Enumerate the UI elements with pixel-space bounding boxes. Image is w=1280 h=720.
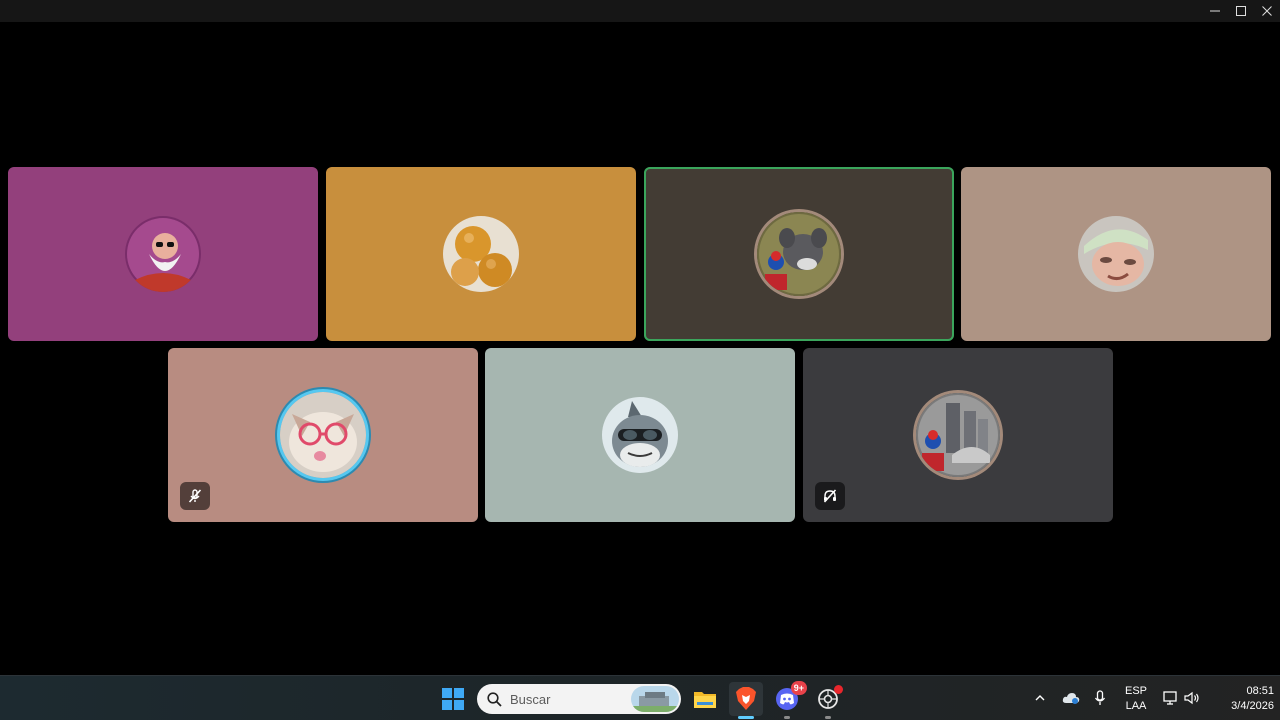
taskbar-search[interactable] bbox=[477, 684, 681, 714]
mic-muted-icon bbox=[188, 489, 202, 503]
deafened-icon bbox=[823, 489, 837, 503]
mic-muted-indicator bbox=[180, 482, 210, 510]
participant-tile[interactable] bbox=[803, 348, 1113, 522]
old-master-avatar[interactable] bbox=[125, 216, 201, 292]
windows-logo-icon bbox=[442, 688, 464, 710]
tray-volume[interactable] bbox=[1183, 686, 1201, 710]
taskbar: 9+ ESP LAA bbox=[0, 675, 1280, 720]
active-indicator bbox=[738, 716, 754, 719]
recording-dot bbox=[834, 685, 843, 694]
running-indicator bbox=[825, 716, 831, 719]
participant-tile[interactable] bbox=[485, 348, 795, 522]
tray-microphone[interactable] bbox=[1092, 686, 1108, 710]
system-clock[interactable]: 08:51 3/4/2026 bbox=[1206, 684, 1274, 714]
close-button[interactable] bbox=[1254, 0, 1280, 22]
participant-tile[interactable] bbox=[961, 167, 1271, 341]
taskbar-brave[interactable] bbox=[729, 682, 763, 719]
running-indicator bbox=[784, 716, 790, 719]
window-controls bbox=[1202, 0, 1280, 22]
search-highlight-image bbox=[631, 686, 679, 712]
start-button[interactable] bbox=[436, 682, 470, 716]
participant-tile[interactable] bbox=[8, 167, 318, 341]
brave-lion-icon bbox=[736, 687, 756, 710]
cat-glasses-avatar[interactable] bbox=[280, 392, 366, 478]
language-indicator[interactable]: ESP LAA bbox=[1122, 684, 1150, 714]
participant-tile[interactable] bbox=[168, 348, 478, 522]
tray-network[interactable] bbox=[1162, 686, 1180, 710]
participant-tile[interactable] bbox=[326, 167, 636, 341]
folder-icon bbox=[694, 692, 716, 708]
cloud-icon bbox=[1062, 693, 1080, 704]
search-input[interactable] bbox=[510, 691, 620, 707]
keyboard-layout: LAA bbox=[1125, 700, 1147, 712]
taskbar-discord[interactable]: 9+ bbox=[770, 681, 807, 719]
network-icon bbox=[1163, 691, 1177, 705]
language-code: ESP bbox=[1124, 685, 1147, 697]
minimize-icon bbox=[1210, 10, 1220, 12]
maximize-icon bbox=[1236, 6, 1246, 16]
bread-balls-avatar[interactable] bbox=[443, 216, 519, 292]
maximize-button[interactable] bbox=[1228, 0, 1254, 22]
clock-time: 08:51 bbox=[1246, 685, 1274, 697]
cartoon-cat-avatar[interactable] bbox=[757, 212, 841, 296]
notification-badge: 9+ bbox=[790, 681, 807, 695]
city-figure-avatar[interactable] bbox=[916, 393, 1000, 477]
deafened-indicator bbox=[815, 482, 845, 510]
chevron-up-icon bbox=[1035, 695, 1045, 701]
microphone-icon bbox=[1094, 690, 1106, 705]
search-icon bbox=[487, 691, 502, 707]
call-stage bbox=[0, 22, 1280, 675]
tray-onedrive[interactable] bbox=[1060, 686, 1082, 710]
clock-date: 3/4/2026 bbox=[1231, 700, 1274, 712]
taskbar-screen-recorder[interactable] bbox=[811, 682, 845, 719]
tray-overflow-button[interactable] bbox=[1032, 686, 1048, 710]
taskbar-file-explorer[interactable] bbox=[688, 682, 722, 716]
shark-goggles-avatar[interactable] bbox=[602, 397, 678, 473]
close-icon bbox=[1262, 6, 1272, 16]
volume-icon bbox=[1184, 691, 1199, 705]
minimize-button[interactable] bbox=[1202, 0, 1228, 22]
person-cap-avatar[interactable] bbox=[1078, 216, 1154, 292]
participant-tile-speaking[interactable] bbox=[644, 167, 954, 341]
window-title-bar bbox=[0, 0, 1280, 22]
